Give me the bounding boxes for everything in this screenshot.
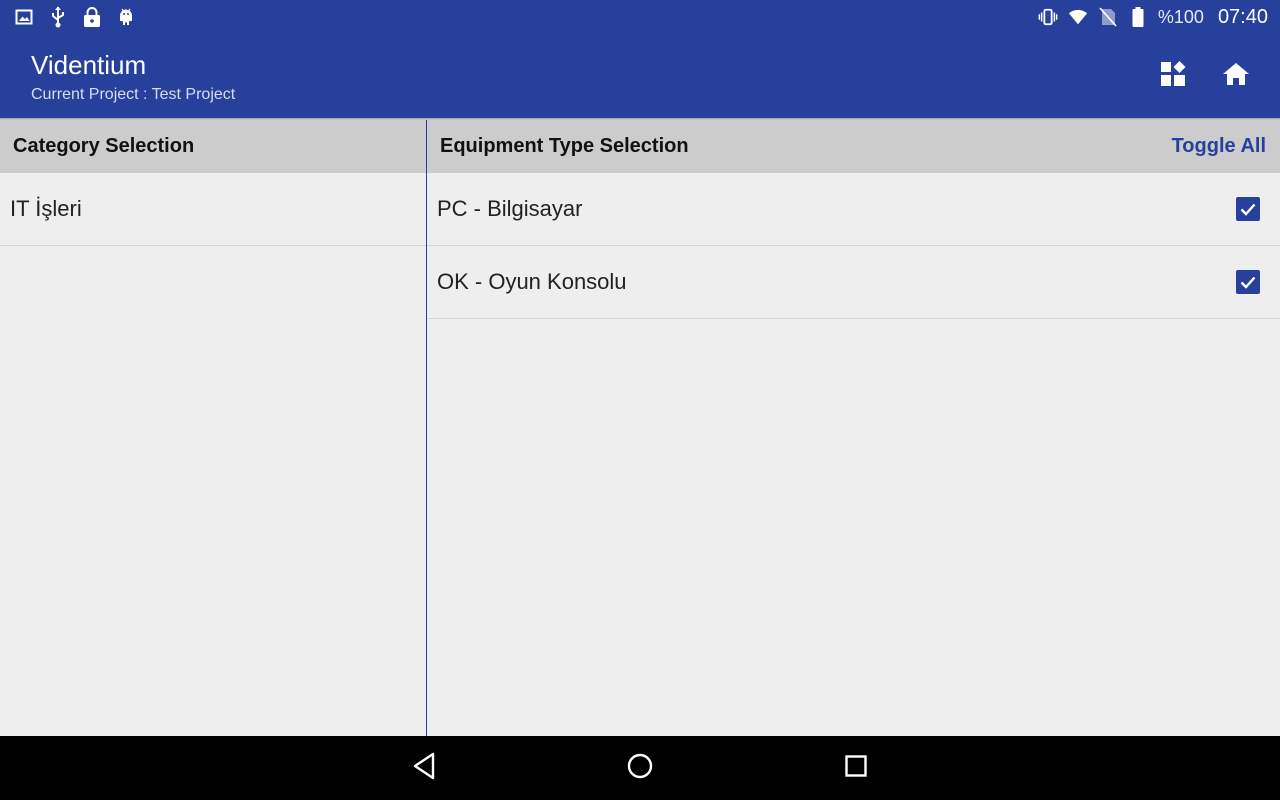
equipment-item-label: OK - Oyun Konsolu: [437, 269, 627, 294]
equipment-item-ok[interactable]: OK - Oyun Konsolu: [427, 246, 1280, 319]
home-circle-icon: [626, 752, 654, 785]
equipment-item-pc[interactable]: PC - Bilgisayar: [427, 173, 1280, 246]
app-subtitle: Current Project : Test Project: [31, 86, 236, 103]
lock-icon: [82, 7, 102, 27]
navigation-bar: [0, 736, 1280, 800]
category-item-it-isleri[interactable]: IT İşleri: [0, 173, 426, 246]
wifi-icon: [1068, 7, 1088, 27]
no-sim-icon: [1098, 7, 1118, 27]
category-item-label: IT İşleri: [10, 196, 82, 221]
image-icon: [14, 7, 34, 27]
dashboard-icon: [1160, 60, 1186, 92]
app-bar: Videntium Current Project : Test Project: [0, 34, 1280, 118]
equipment-item-label: PC - Bilgisayar: [437, 196, 583, 221]
category-pane: Category Selection IT İşleri: [0, 120, 426, 736]
status-bar: %100 07:40: [0, 0, 1280, 34]
home-button[interactable]: [1216, 56, 1256, 96]
toggle-all-button[interactable]: Toggle All: [1172, 135, 1266, 158]
vibrate-icon: [1038, 7, 1058, 27]
dashboard-button[interactable]: [1153, 56, 1193, 96]
recents-icon: [844, 754, 868, 783]
category-header-title: Category Selection: [13, 135, 195, 157]
usb-icon: [48, 6, 68, 28]
check-icon: [1240, 203, 1256, 216]
app-title: Videntium: [31, 50, 147, 80]
equipment-checkbox[interactable]: [1236, 270, 1260, 294]
nav-recents-button[interactable]: [838, 752, 874, 784]
equipment-checkbox[interactable]: [1236, 197, 1260, 221]
status-clock: 07:40: [1217, 5, 1268, 28]
nav-back-button[interactable]: [406, 752, 442, 784]
equipment-pane: Equipment Type Selection Toggle All PC -…: [427, 120, 1280, 736]
nav-home-button[interactable]: [622, 752, 658, 784]
equipment-header: Equipment Type Selection Toggle All: [427, 120, 1280, 173]
equipment-header-title: Equipment Type Selection: [440, 135, 689, 157]
android-icon: [116, 7, 136, 27]
back-icon: [412, 752, 436, 785]
check-icon: [1240, 276, 1256, 289]
home-icon: [1222, 61, 1250, 92]
status-left-icons: [14, 5, 136, 29]
category-header: Category Selection: [0, 120, 426, 173]
status-right-icons: %100 07:40: [1038, 5, 1268, 29]
battery-icon: [1128, 7, 1148, 27]
battery-level: %100: [1157, 6, 1204, 27]
